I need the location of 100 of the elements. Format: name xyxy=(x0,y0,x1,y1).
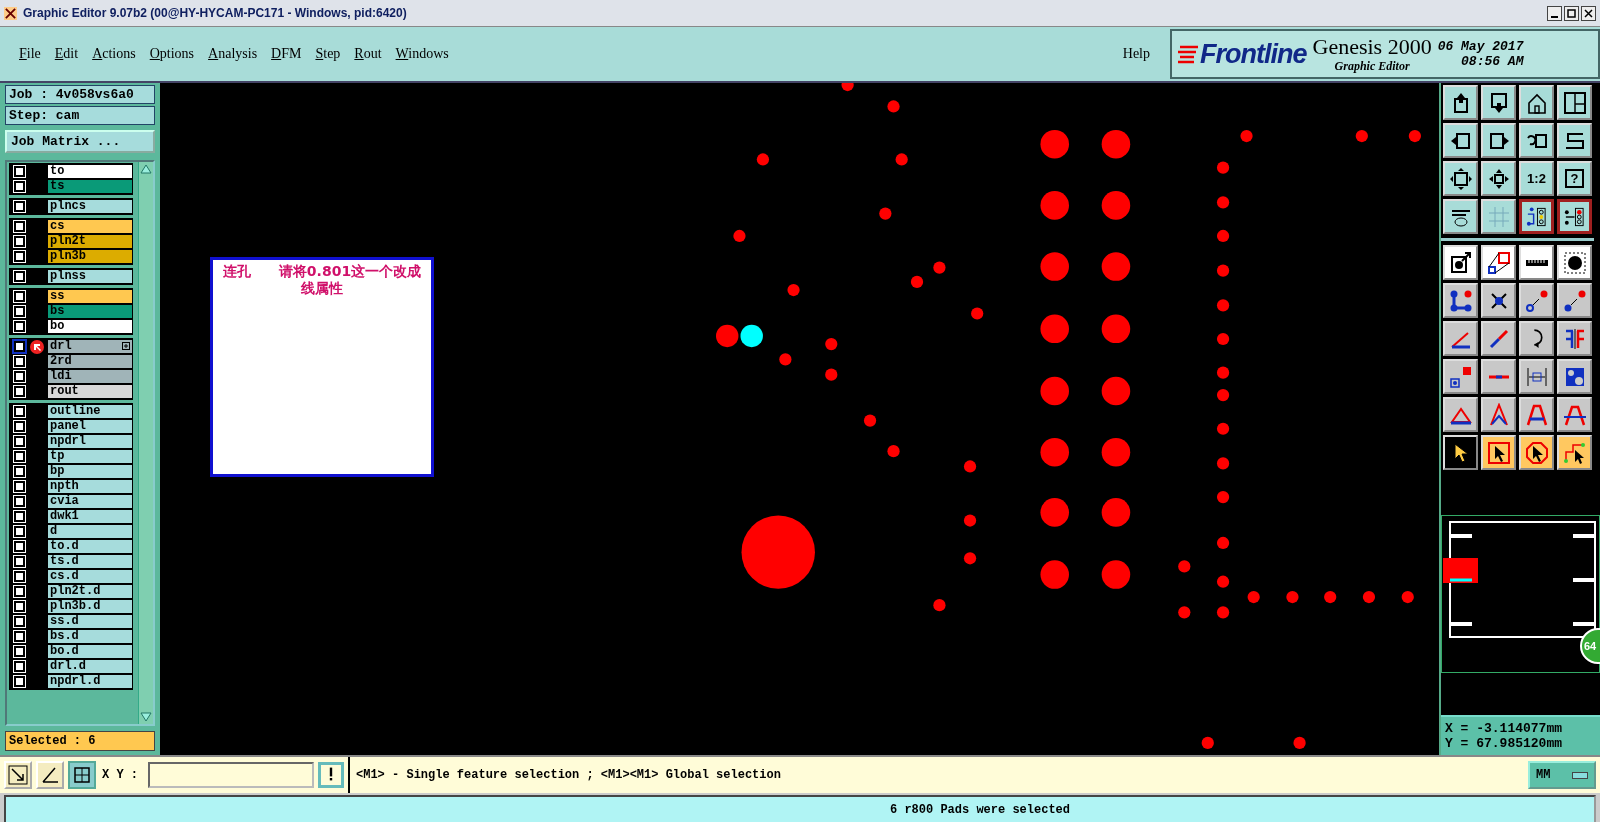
time-label: 08:56 AM xyxy=(1461,54,1524,69)
layer-name[interactable]: npdrl xyxy=(48,434,132,449)
job-matrix-button[interactable]: Job Matrix ... xyxy=(5,130,155,153)
menu-item[interactable]: Edit xyxy=(47,42,86,66)
menu-item[interactable]: Step xyxy=(308,42,348,66)
layer-name[interactable]: ldi xyxy=(48,369,132,384)
layer-name[interactable]: npth xyxy=(48,479,132,494)
layer-checkbox[interactable] xyxy=(14,526,25,537)
layer-checkbox[interactable] xyxy=(14,646,25,657)
layer-name[interactable]: ts.d xyxy=(48,554,132,569)
note-text: 连孔 请将0.801这一个改成线属性 xyxy=(210,257,434,477)
layer-checkbox[interactable] xyxy=(14,496,25,507)
layer-name[interactable]: 2rd xyxy=(48,354,132,369)
layer-checkbox[interactable] xyxy=(14,421,25,432)
stripes-icon xyxy=(1176,43,1198,65)
layer-checkbox[interactable] xyxy=(14,386,25,397)
menu-item[interactable]: Options xyxy=(142,42,202,66)
layer-name[interactable]: ss.d xyxy=(48,614,132,629)
minimize-icon[interactable] xyxy=(1547,5,1562,21)
layer-checkbox[interactable] xyxy=(14,306,25,317)
layer-name[interactable]: pln2t xyxy=(48,234,132,249)
angle-icon xyxy=(40,765,60,785)
scrollbar[interactable] xyxy=(138,162,153,724)
layer-checkbox[interactable] xyxy=(14,466,25,477)
layer-checkbox[interactable] xyxy=(14,436,25,447)
scroll-down-icon[interactable] xyxy=(139,710,153,724)
layer-checkbox[interactable] xyxy=(14,406,25,417)
tool-button[interactable]: 1:2 xyxy=(1519,161,1554,196)
tool-button[interactable] xyxy=(1519,199,1554,234)
layer-name[interactable]: bs xyxy=(48,304,132,319)
layer-checkbox[interactable] xyxy=(14,586,25,597)
layer-name[interactable]: pln3b.d xyxy=(48,599,132,614)
layer-checkbox[interactable] xyxy=(14,236,25,247)
layer-checkbox[interactable] xyxy=(14,201,25,212)
menu-item[interactable]: Actions xyxy=(85,42,143,66)
layer-name[interactable]: cs xyxy=(48,219,132,234)
layer-checkbox[interactable] xyxy=(14,371,25,382)
warning-button[interactable] xyxy=(318,762,344,788)
layer-name[interactable]: pln2t.d xyxy=(48,584,132,599)
scroll-up-icon[interactable] xyxy=(139,162,153,176)
layer-checkbox[interactable] xyxy=(14,676,25,687)
layer-name[interactable]: plnss xyxy=(48,269,132,284)
layer-checkbox[interactable] xyxy=(14,181,25,192)
help-menu[interactable]: Help xyxy=(1116,45,1156,63)
close-icon[interactable] xyxy=(1581,5,1596,21)
layer-checkbox[interactable] xyxy=(14,616,25,627)
menu-item[interactable]: File xyxy=(12,42,48,66)
layer-name[interactable]: to.d xyxy=(48,539,132,554)
layer-name[interactable]: plncs xyxy=(48,199,132,214)
app-icon xyxy=(4,6,17,20)
layer-checkbox[interactable] xyxy=(14,451,25,462)
layer-name[interactable]: cvia xyxy=(48,494,132,509)
layer-name[interactable]: bo xyxy=(48,319,132,334)
layer-name[interactable]: d xyxy=(48,524,132,539)
layer-checkbox[interactable] xyxy=(14,271,25,282)
layer-name[interactable]: tp xyxy=(48,449,132,464)
layer-name[interactable]: panel xyxy=(48,419,132,434)
layer-checkbox[interactable] xyxy=(14,571,25,582)
menu-item[interactable]: Rout xyxy=(347,42,389,66)
menu-item[interactable]: Analysis xyxy=(201,42,265,66)
layer-checkbox[interactable] xyxy=(14,166,25,177)
tool-button[interactable] xyxy=(68,761,96,789)
layer-checkbox[interactable] xyxy=(14,321,25,332)
maximize-icon[interactable] xyxy=(1564,5,1579,21)
tool-button[interactable]: ? xyxy=(1557,161,1592,196)
xy-input-field[interactable] xyxy=(148,762,314,788)
layer-checkbox[interactable] xyxy=(14,356,25,367)
layer-name[interactable]: ts xyxy=(48,179,132,194)
layer-name[interactable]: bs.d xyxy=(48,629,132,644)
layer-checkbox[interactable] xyxy=(14,631,25,642)
step-label: Step: cam xyxy=(5,106,155,125)
layer-checkbox[interactable] xyxy=(14,481,25,492)
layer-name[interactable]: dwk1 xyxy=(48,509,132,524)
tool-button[interactable] xyxy=(1557,199,1592,234)
layer-checkbox[interactable] xyxy=(14,511,25,522)
units-dropdown[interactable]: MM xyxy=(1528,761,1596,789)
menu-item[interactable]: Windows xyxy=(388,42,456,66)
layer-name[interactable]: drl.d xyxy=(48,659,132,674)
product-subtitle: Graphic Editor xyxy=(1334,58,1410,74)
layer-checkbox[interactable] xyxy=(14,291,25,302)
layer-checkbox[interactable] xyxy=(14,541,25,552)
layer-name[interactable]: cs.d xyxy=(48,569,132,584)
layer-name[interactable]: drl xyxy=(48,339,132,354)
triangle-icon xyxy=(1524,402,1549,427)
layer-name[interactable]: outline xyxy=(48,404,132,419)
layer-name[interactable]: to xyxy=(48,164,132,179)
expand-icon[interactable] xyxy=(122,342,130,350)
layer-name[interactable]: rout xyxy=(48,384,132,399)
layer-checkbox[interactable] xyxy=(14,601,25,612)
layer-name[interactable]: npdrl.d xyxy=(48,674,132,689)
layer-name[interactable]: bp xyxy=(48,464,132,479)
layer-name[interactable]: ss xyxy=(48,289,132,304)
layer-name[interactable]: bo.d xyxy=(48,644,132,659)
layer-checkbox[interactable] xyxy=(14,341,25,352)
layer-name[interactable]: pln3b xyxy=(48,249,132,264)
layer-checkbox[interactable] xyxy=(14,661,25,672)
layer-checkbox[interactable] xyxy=(14,221,25,232)
layer-checkbox[interactable] xyxy=(14,251,25,262)
menu-item[interactable]: DFM xyxy=(264,42,309,66)
layer-checkbox[interactable] xyxy=(14,556,25,567)
